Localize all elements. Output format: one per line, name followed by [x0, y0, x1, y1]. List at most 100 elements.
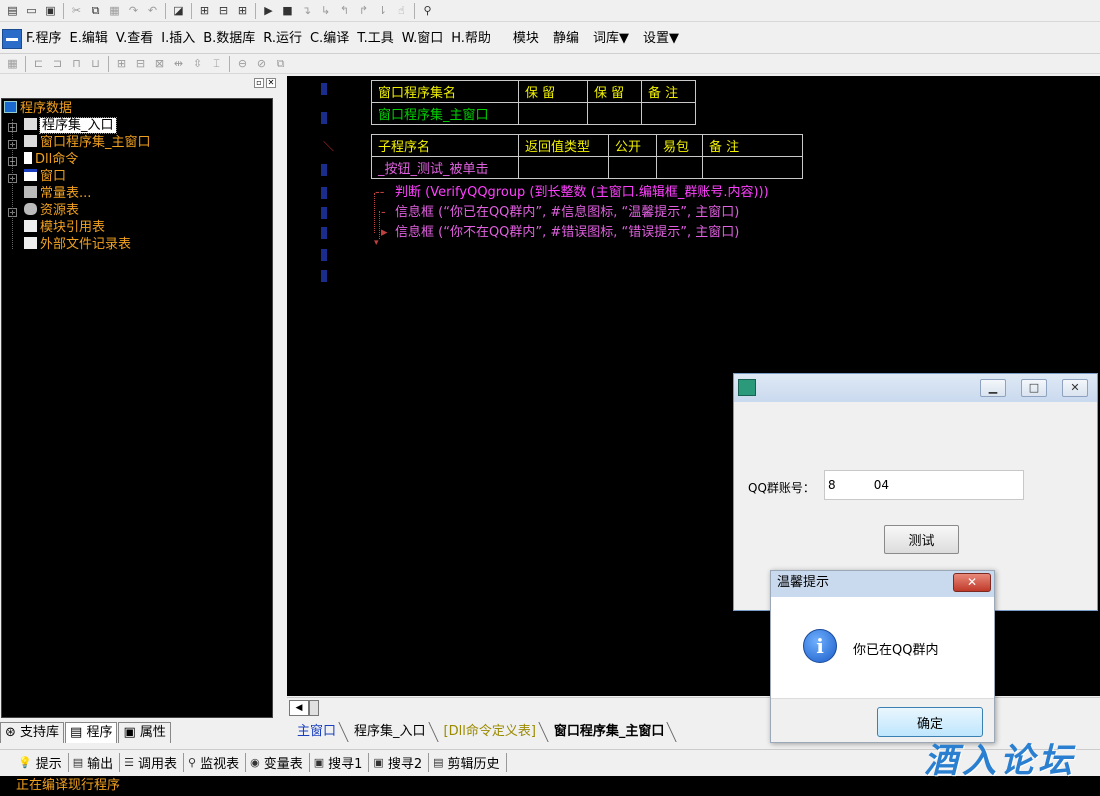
tab-program[interactable]: ▤ 程序	[65, 722, 118, 743]
step-out-icon[interactable]: ↰	[336, 2, 353, 19]
same-height-icon[interactable]: ⊟	[132, 55, 149, 72]
center-vertical-icon[interactable]: ⊘	[253, 55, 270, 72]
same-size-icon[interactable]: ⊠	[151, 55, 168, 72]
menu-help[interactable]: H.帮助	[450, 24, 498, 54]
sub-easy-package-cell[interactable]	[656, 156, 703, 179]
copy-icon[interactable]: ⧉	[87, 2, 104, 19]
same-width-icon[interactable]: ⊞	[113, 55, 130, 72]
tree-item-window-assembly[interactable]: 窗口程序集_主窗口	[24, 134, 151, 151]
tab-call-stack[interactable]: ☰ 调用表	[120, 753, 185, 772]
menu-module[interactable]: 模块	[512, 24, 546, 54]
tab-search-2[interactable]: ▣ 搜寻2	[369, 753, 430, 772]
redo-icon[interactable]: ↷	[125, 2, 142, 19]
tab-entry-assembly[interactable]: 程序集_入口	[344, 722, 434, 742]
sub-public-cell[interactable]	[608, 156, 657, 179]
space-horizontal-icon[interactable]: ⇹	[170, 55, 187, 72]
run-to-cursor-icon[interactable]: ↱	[355, 2, 372, 19]
align-center-icon[interactable]: ⊐	[49, 55, 66, 72]
save-icon[interactable]: ▣	[42, 2, 59, 19]
sub-return-type-cell[interactable]	[518, 156, 609, 179]
tab-support-library[interactable]: ⊛ 支持库	[0, 722, 65, 743]
menu-compile[interactable]: C.编译	[309, 24, 356, 54]
tab-hints[interactable]: 💡 提示	[14, 753, 69, 772]
open-file-icon[interactable]: ▭	[23, 2, 40, 19]
space-vertical-icon[interactable]: ⇳	[189, 55, 206, 72]
panel-pin-icon[interactable]: ▫	[254, 78, 264, 88]
cut-icon[interactable]: ✂	[68, 2, 85, 19]
tree-item-module-refs[interactable]: 模块引用表	[24, 219, 105, 236]
scroll-left-icon[interactable]: ◀	[289, 700, 309, 716]
menu-static-compile[interactable]: 静编	[552, 24, 586, 54]
tree-item-windows[interactable]: 窗口	[24, 168, 66, 185]
menu-program[interactable]: F.程序	[25, 24, 69, 54]
tab-watch[interactable]: ⚲ 监视表	[184, 753, 247, 772]
tab-main-window[interactable]: 主窗口	[287, 722, 344, 742]
find-icon[interactable]: ◪	[170, 2, 187, 19]
tab-variables[interactable]: ◉ 变量表	[246, 753, 310, 772]
stop-icon[interactable]: ■	[279, 2, 296, 19]
tree-item-external-files[interactable]: 外部文件记录表	[24, 236, 131, 253]
message-box-close-button[interactable]: ✕	[953, 573, 991, 592]
paste-icon[interactable]: ▦	[106, 2, 123, 19]
menu-edit[interactable]: E.编辑	[69, 24, 115, 54]
bring-front-icon[interactable]: ⧉	[272, 55, 289, 72]
assembly-name-cell[interactable]: 窗口程序集_主窗口	[371, 102, 519, 125]
assembly-note-cell[interactable]	[641, 102, 696, 125]
tab-search-1[interactable]: ▣ 搜寻1	[310, 753, 370, 772]
layout-3-icon[interactable]: ⊞	[234, 2, 251, 19]
code-line-if[interactable]: 判断 (VerifyQQgroup (到长整数 (主窗口.编辑框_群账号.内容)…	[395, 183, 769, 202]
menu-tools[interactable]: T.工具	[356, 24, 401, 54]
tree-item-constants[interactable]: 常量表...	[24, 185, 91, 202]
menu-insert[interactable]: I.插入	[160, 24, 202, 54]
step-into-icon[interactable]: ↴	[298, 2, 315, 19]
tree-root[interactable]: 程序数据	[4, 100, 72, 117]
panel-close-icon[interactable]: ✕	[266, 78, 276, 88]
hand-icon[interactable]: ☝	[393, 2, 410, 19]
center-horizontal-icon[interactable]: ⊖	[234, 55, 251, 72]
close-icon[interactable]: ✕	[1062, 379, 1088, 397]
layout-1-icon[interactable]: ⊞	[196, 2, 213, 19]
menu-view[interactable]: V.查看	[115, 24, 160, 54]
tab-clip-history[interactable]: ▤ 剪辑历史	[429, 753, 507, 772]
code-line-msgbox-in[interactable]: 信息框 (“你已在QQ群内”, #信息图标, “温馨提示”, 主窗口)	[395, 203, 739, 222]
tree-item-dll-commands[interactable]: Dll命令	[24, 151, 78, 168]
tab-output[interactable]: ▤ 输出	[69, 753, 121, 772]
run-icon[interactable]: ▶	[260, 2, 277, 19]
tab-dll-definitions[interactable]: [Dll命令定义表]	[434, 722, 544, 742]
sub-name-cell[interactable]: _按钮_测试_被单击	[371, 156, 519, 179]
undo-icon[interactable]: ↶	[144, 2, 161, 19]
assembly-reserved-cell[interactable]	[587, 102, 642, 125]
grid-icon[interactable]: ▦	[4, 55, 21, 72]
assembly-reserved-cell[interactable]	[518, 102, 588, 125]
align-top-icon[interactable]: ⊓	[68, 55, 85, 72]
tree-item-resources[interactable]: 资源表	[24, 202, 79, 219]
menu-lexicon[interactable]: 词库▼	[592, 24, 636, 54]
test-button[interactable]: 测试	[884, 525, 959, 554]
new-file-icon[interactable]: ▤	[4, 2, 21, 19]
info-icon: i	[803, 629, 837, 663]
maximize-icon[interactable]: □	[1021, 379, 1047, 397]
menu-settings[interactable]: 设置▼	[642, 24, 686, 54]
step-over-icon[interactable]: ↳	[317, 2, 334, 19]
message-box-titlebar[interactable]: 温馨提示 ✕	[771, 571, 994, 597]
layout-2-icon[interactable]: ⊟	[215, 2, 232, 19]
app-window-titlebar[interactable]: ▁ □ ✕	[734, 374, 1097, 402]
binoculars-icon[interactable]: ⚲	[419, 2, 436, 19]
space-equal-icon[interactable]: ⌶	[208, 55, 225, 72]
module-ref-icon	[24, 220, 37, 232]
menu-window[interactable]: W.窗口	[401, 24, 451, 54]
breakpoint-icon[interactable]: ⇂	[374, 2, 391, 19]
code-line-msgbox-out[interactable]: 信息框 (“你不在QQ群内”, #错误图标, “错误提示”, 主窗口)	[395, 223, 739, 242]
minimize-icon[interactable]: ▁	[980, 379, 1006, 397]
tab-properties[interactable]: ▣ 属性	[118, 722, 171, 743]
scroll-thumb[interactable]	[309, 700, 319, 716]
qq-group-input[interactable]	[824, 470, 1024, 500]
tree-item-entry-assembly[interactable]: 程序集_入口	[24, 117, 117, 134]
align-left-icon[interactable]: ⊏	[30, 55, 47, 72]
menu-database[interactable]: B.数据库	[202, 24, 262, 54]
program-data-icon	[4, 101, 17, 113]
sub-note-cell[interactable]	[702, 156, 803, 179]
menu-run[interactable]: R.运行	[262, 24, 309, 54]
align-bottom-icon[interactable]: ⊔	[87, 55, 104, 72]
tab-window-assembly[interactable]: 窗口程序集_主窗口	[544, 722, 673, 742]
